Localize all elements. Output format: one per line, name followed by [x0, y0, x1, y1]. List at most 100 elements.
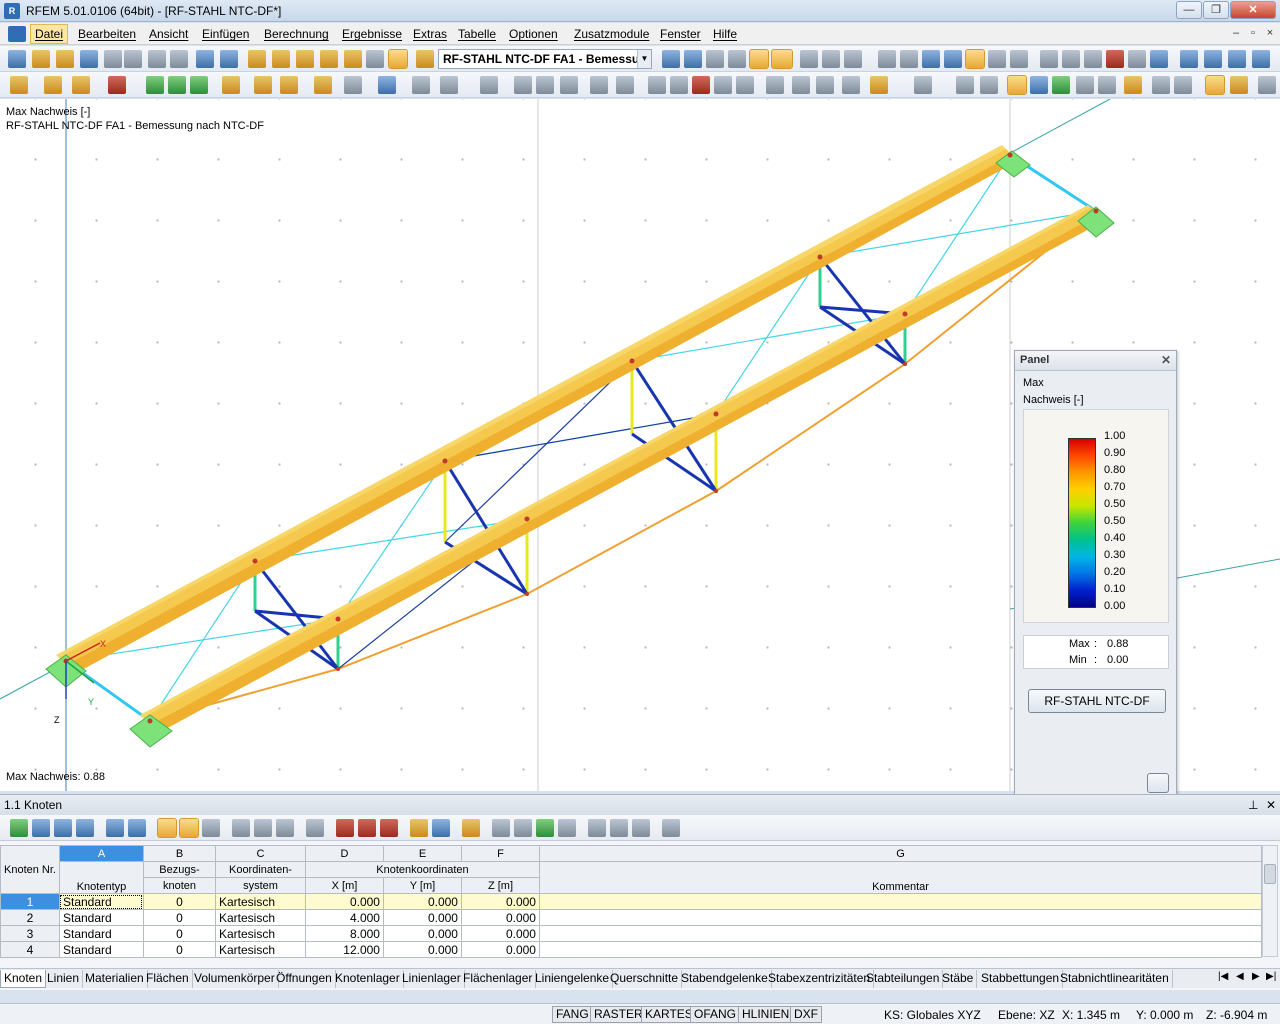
open-folder-icon[interactable]: [32, 50, 50, 68]
solid-view-icon[interactable]: [560, 76, 578, 94]
zoom-all-icon[interactable]: [648, 76, 666, 94]
menu-einfuegen[interactable]: Einfügen: [198, 26, 253, 42]
member-tool-icon[interactable]: [72, 76, 90, 94]
cell-kommentar[interactable]: [538, 941, 1263, 958]
table-prev-icon[interactable]: [106, 819, 124, 837]
table-print-icon[interactable]: [492, 819, 510, 837]
cell-system[interactable]: Kartesisch: [214, 893, 306, 910]
section-icon[interactable]: [480, 76, 498, 94]
surface-load-icon[interactable]: [280, 76, 298, 94]
front-view-icon[interactable]: [736, 76, 754, 94]
table-scrollbar[interactable]: [1262, 845, 1278, 957]
load-tool-icon[interactable]: [222, 76, 240, 94]
results-icon[interactable]: [296, 50, 314, 68]
node-icon[interactable]: [10, 76, 28, 94]
table-next-icon[interactable]: [128, 819, 146, 837]
surface-view-icon[interactable]: [536, 76, 554, 94]
dim-icon[interactable]: [1152, 76, 1170, 94]
menu-optionen[interactable]: Optionen: [505, 26, 562, 42]
cell-z[interactable]: 0.000: [460, 909, 540, 926]
col-letter-b[interactable]: B: [142, 845, 216, 862]
cell-y[interactable]: 0.000: [382, 909, 462, 926]
scrollbar-thumb[interactable]: [1264, 864, 1276, 884]
menu-hilfe[interactable]: Hilfe: [709, 26, 741, 42]
deformation-icon[interactable]: [706, 50, 724, 68]
brush-icon[interactable]: [1098, 76, 1116, 94]
table-paste-icon[interactable]: [380, 819, 398, 837]
show-results-icon[interactable]: [320, 50, 338, 68]
tab-staebe[interactable]: Stäbe: [939, 970, 978, 988]
select-node-icon[interactable]: [878, 50, 896, 68]
tab-scroll-next-icon[interactable]: ▶: [1252, 971, 1260, 982]
select-member-icon[interactable]: [900, 50, 918, 68]
triangle-icon[interactable]: [1084, 50, 1102, 68]
tab-scroll-first-icon[interactable]: |◀: [1218, 971, 1228, 982]
free-load-icon[interactable]: [314, 76, 332, 94]
support-tool-icon[interactable]: [108, 76, 126, 94]
mdi-minimize-icon[interactable]: –: [1228, 25, 1244, 41]
window-icon[interactable]: [1180, 50, 1198, 68]
tab-flaechenlager[interactable]: Flächenlager: [460, 970, 537, 988]
next-case-icon[interactable]: [684, 50, 702, 68]
edit-icon[interactable]: [248, 50, 266, 68]
divide-icon[interactable]: [1010, 50, 1028, 68]
row-number[interactable]: 1: [0, 893, 60, 910]
solid-display-icon[interactable]: [1052, 76, 1070, 94]
table-row[interactable]: 3 Standard 0 Kartesisch 8.000 0.000 0.00…: [0, 925, 1263, 942]
panel-toggle-icon[interactable]: [388, 49, 408, 69]
print-icon[interactable]: [148, 50, 166, 68]
line-tool-icon[interactable]: [44, 76, 62, 94]
cell-kommentar[interactable]: [538, 909, 1263, 926]
table-row[interactable]: 1 Standard 0 Kartesisch 0.000 0.000 0.00…: [0, 893, 1263, 910]
col-letter-g[interactable]: G: [538, 845, 1263, 862]
document-icon[interactable]: [8, 26, 26, 42]
cell-x[interactable]: 0.000: [304, 893, 384, 910]
measure-icon[interactable]: [1062, 50, 1080, 68]
table-filter-icon[interactable]: [157, 818, 177, 838]
cell-system[interactable]: Kartesisch: [214, 909, 306, 926]
cell-y[interactable]: 0.000: [382, 925, 462, 942]
cell-knotentyp[interactable]: Standard: [58, 893, 144, 910]
y-view-icon[interactable]: [616, 76, 634, 94]
view-zoom-icon[interactable]: [844, 50, 862, 68]
load-case-icon[interactable]: [416, 50, 434, 68]
table-graphic-icon[interactable]: [10, 819, 28, 837]
surface-display-icon[interactable]: [1030, 76, 1048, 94]
cell-x[interactable]: 8.000: [304, 925, 384, 942]
table-row[interactable]: 4 Standard 0 Kartesisch 12.000 0.000 0.0…: [0, 941, 1263, 958]
table-unsort-icon[interactable]: [276, 819, 294, 837]
menu-ergebnisse[interactable]: Ergebnisse: [338, 26, 406, 42]
cell-x[interactable]: 12.000: [304, 941, 384, 958]
animation-icon[interactable]: [728, 50, 746, 68]
top-view-icon[interactable]: [766, 76, 784, 94]
col-letter-f[interactable]: F: [460, 845, 540, 862]
mdi-restore-icon[interactable]: ▫: [1245, 25, 1261, 41]
nodes-table[interactable]: Knoten Nr. A B C D E F G Knotentyp Bezug…: [0, 845, 1263, 958]
table-refresh-icon[interactable]: [202, 819, 220, 837]
tab-scroll-prev-icon[interactable]: ◀: [1236, 971, 1244, 982]
side-view-icon[interactable]: [792, 76, 810, 94]
cell-y[interactable]: 0.000: [382, 893, 462, 910]
cell-bezugsknoten[interactable]: 0: [142, 909, 216, 926]
sort-icon[interactable]: [1128, 50, 1146, 68]
save-all-icon[interactable]: [104, 50, 122, 68]
tab-stabbettungen[interactable]: Stabbettungen: [978, 970, 1064, 988]
tab-volumenkoerper[interactable]: Volumenkörper: [191, 970, 279, 988]
panel-display-icon[interactable]: [1205, 75, 1225, 95]
function-icon[interactable]: [610, 819, 628, 837]
tab-flaechen[interactable]: Flächen: [143, 970, 193, 988]
table-columns-icon[interactable]: [76, 819, 94, 837]
tab-linien[interactable]: Linien: [44, 970, 84, 988]
table-import-icon[interactable]: [54, 819, 72, 837]
function-edit-icon[interactable]: [632, 819, 650, 837]
row-number[interactable]: 3: [0, 925, 60, 942]
wireframe-icon[interactable]: [440, 76, 458, 94]
view-rotate-icon[interactable]: [800, 50, 818, 68]
tab-stabendgelenke[interactable]: Stabendgelenke: [678, 970, 772, 988]
table-display-icon[interactable]: [1174, 76, 1192, 94]
cell-z[interactable]: 0.000: [460, 925, 540, 942]
delete-icon[interactable]: [1106, 50, 1124, 68]
cell-kommentar[interactable]: [538, 925, 1263, 942]
table-sync-icon[interactable]: [179, 818, 199, 838]
color-display-icon[interactable]: [1230, 76, 1248, 94]
